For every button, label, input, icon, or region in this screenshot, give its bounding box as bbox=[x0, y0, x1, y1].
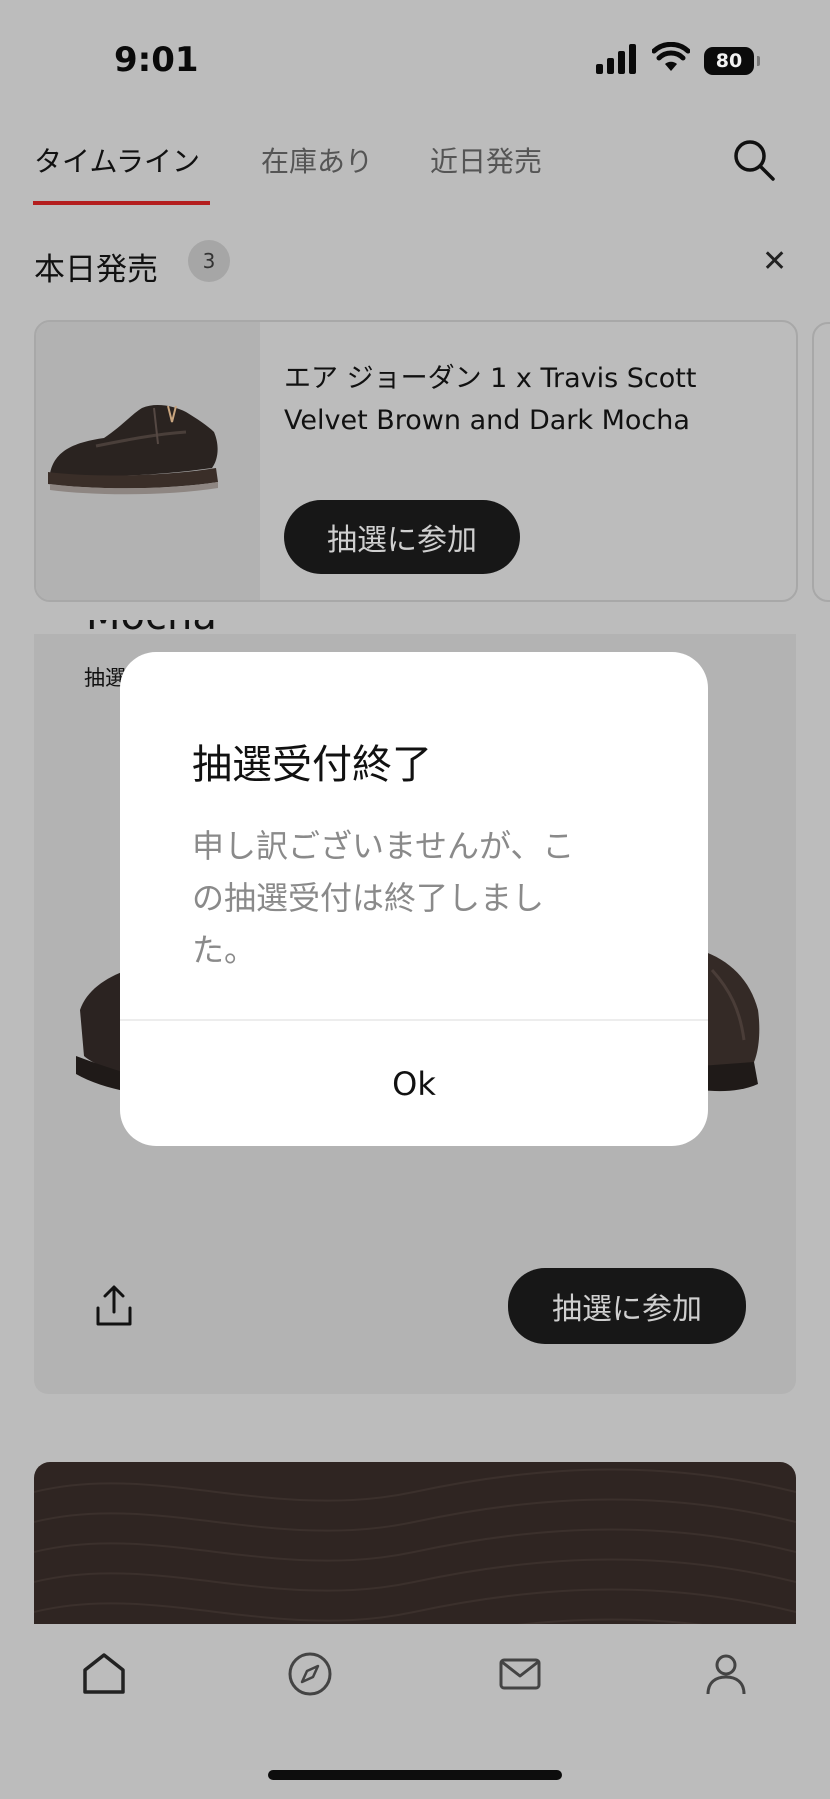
alert-dialog: 抽選受付終了 申し訳ございませんが、こ の抽選受付は終了しまし た。 Ok bbox=[120, 652, 708, 1146]
ok-button[interactable]: Ok bbox=[120, 1021, 708, 1146]
mail-icon[interactable] bbox=[496, 1650, 544, 1698]
cellular-signal-icon bbox=[596, 44, 636, 74]
battery-level: 80 bbox=[715, 50, 743, 72]
compass-icon[interactable] bbox=[286, 1650, 334, 1698]
product-name: エア ジョーダン 1 x Travis Scott Velvet Brown a… bbox=[284, 358, 774, 442]
dialog-message-line1: 申し訳ございませんが、こ bbox=[192, 827, 575, 865]
profile-icon[interactable] bbox=[702, 1650, 750, 1698]
tab-timeline[interactable]: タイムライン bbox=[34, 140, 200, 180]
home-icon[interactable] bbox=[80, 1650, 128, 1698]
product-name-line1: エア ジョーダン 1 x Travis Scott bbox=[284, 363, 697, 394]
product-image bbox=[36, 322, 260, 600]
wifi-icon bbox=[652, 42, 690, 71]
share-icon[interactable] bbox=[90, 1282, 138, 1330]
sneaker-image bbox=[48, 405, 218, 495]
dialog-message-line3: た。 bbox=[192, 931, 257, 969]
status-time: 9:01 bbox=[114, 40, 199, 80]
dialog-title: 抽選受付終了 bbox=[192, 742, 432, 788]
tab-in-stock[interactable]: 在庫あり bbox=[261, 140, 373, 180]
dialog-message: 申し訳ございませんが、こ の抽選受付は終了しまし た。 bbox=[192, 820, 612, 976]
search-icon[interactable] bbox=[732, 138, 776, 182]
feature-title: Mocha bbox=[86, 620, 217, 638]
product-name-line2: Velvet Brown and Dark Mocha bbox=[284, 405, 690, 436]
section-title: 本日発売 bbox=[34, 252, 158, 288]
count-badge: 3 bbox=[188, 240, 230, 282]
feature-title-text: Mocha bbox=[86, 620, 217, 638]
product-card[interactable]: エア ジョーダン 1 x Travis Scott Velvet Brown a… bbox=[34, 320, 798, 602]
feature-enter-draw-button[interactable]: 抽選に参加 bbox=[508, 1268, 746, 1344]
next-card-peek[interactable] bbox=[812, 322, 830, 602]
active-tab-indicator bbox=[33, 201, 210, 205]
tab-upcoming[interactable]: 近日発売 bbox=[430, 140, 542, 180]
close-icon[interactable]: ✕ bbox=[762, 244, 787, 279]
home-indicator bbox=[268, 1770, 562, 1780]
dialog-message-line2: の抽選受付は終了しまし bbox=[192, 879, 545, 917]
battery-icon: 80 bbox=[704, 47, 760, 75]
enter-draw-button[interactable]: 抽選に参加 bbox=[284, 500, 520, 574]
